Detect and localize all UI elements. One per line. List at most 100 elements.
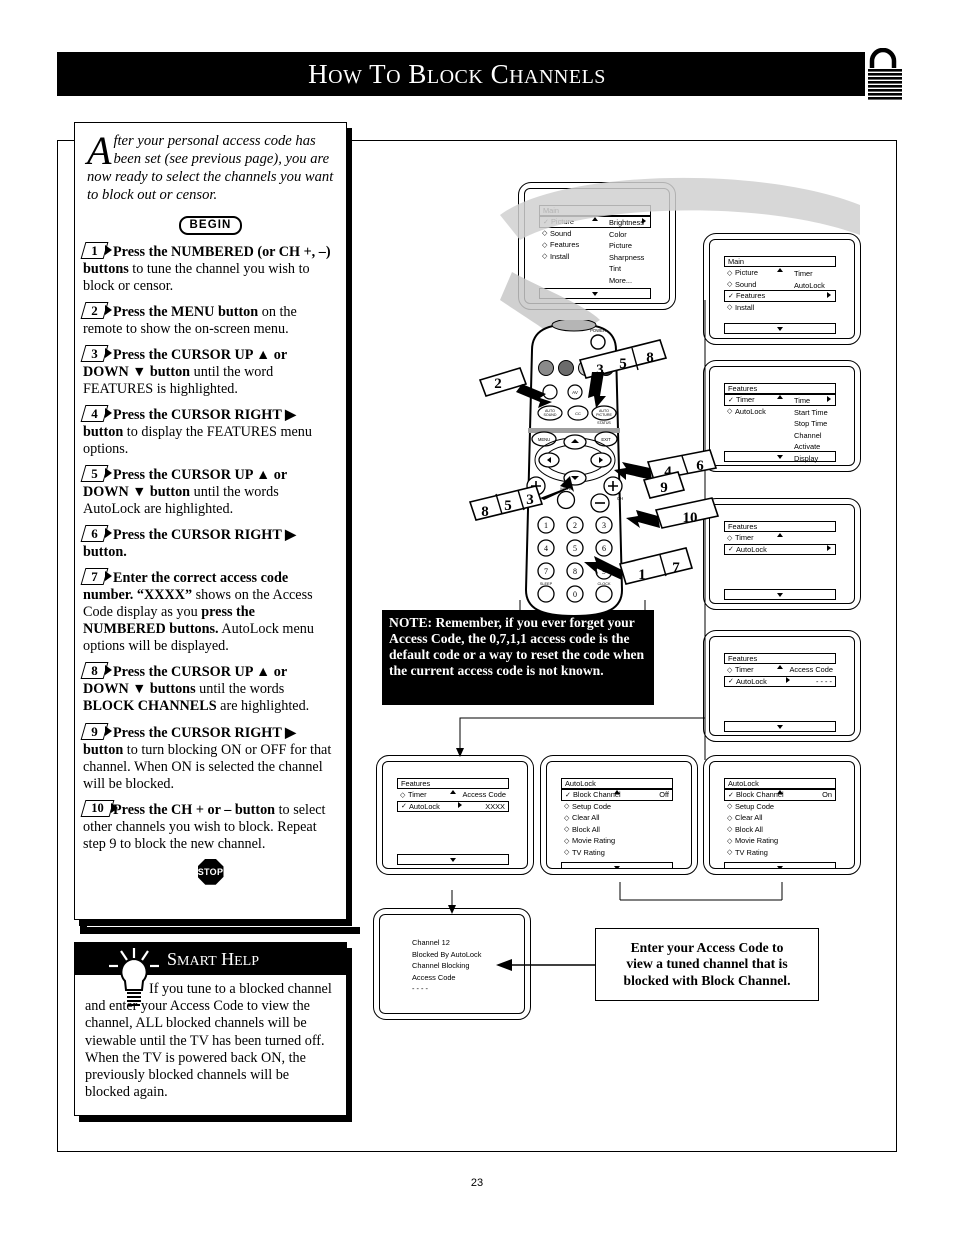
osd-item-marker: ◇	[542, 241, 548, 249]
blocked-screen-line: Blocked By AutoLock	[412, 949, 482, 959]
osd-item-marker: ✓	[401, 803, 407, 811]
chevron-right-icon	[827, 291, 832, 300]
osd-item-tv-rating[interactable]: ◇ TV Rating	[561, 847, 673, 859]
intro-dropcap: A	[87, 128, 112, 173]
osd-submenu-item[interactable]: More...	[609, 275, 644, 287]
osd-item-setup-code[interactable]: ◇ Setup Code	[724, 801, 836, 813]
smart-help-box: SMART HELP If you tune to a blocked chan…	[74, 942, 347, 1116]
osd-menu-footer	[539, 288, 651, 299]
step-number-badge: 10	[80, 799, 118, 817]
intro-paragraph: After your personal access code has been…	[75, 123, 346, 205]
osd-submenu-item[interactable]: Channel	[794, 430, 828, 442]
osd-submenu-item[interactable]: Display	[794, 453, 828, 465]
osd-item-block-all[interactable]: ◇ Block All	[561, 824, 673, 836]
osd-item-block-channel[interactable]: ✓ Block Channel Off	[561, 789, 673, 801]
osd-submenu-item[interactable]: Stop Time	[794, 418, 828, 430]
step-number-badge: 6	[80, 525, 112, 543]
osd-item-autolock[interactable]: ✓ AutoLock XXXX	[397, 800, 509, 812]
osd-item-autolock[interactable]: ✓ AutoLock	[724, 543, 836, 555]
osd-submenu-column: Time Start Time Stop Time Channel Activate Di…	[794, 395, 828, 464]
osd-item-block-channel[interactable]: ✓ Block Channel On	[724, 789, 836, 801]
svg-text:2: 2	[494, 376, 502, 392]
blocked-screen-line: - - - -	[412, 984, 429, 993]
svg-text:8: 8	[646, 350, 654, 366]
osd-item-timer[interactable]: ◇ Timer Access Code	[397, 789, 509, 801]
step-number-badge: 1	[80, 241, 112, 259]
osd-item-label: Sound	[550, 228, 572, 238]
chevron-right-icon	[457, 802, 463, 810]
stop-badge: STOP	[197, 858, 224, 885]
osd-item-value: XXXX	[485, 801, 505, 811]
osd-menu-footer	[724, 721, 836, 732]
osd-item-marker: ◇	[727, 304, 733, 312]
osd-item-marker: ◇	[542, 230, 548, 238]
osd-item-marker: ✓	[728, 791, 734, 799]
osd-item-movie-rating[interactable]: ◇ Movie Rating	[561, 835, 673, 847]
osd-item-marker: ◇	[727, 826, 733, 834]
osd-submenu-item[interactable]: Color	[609, 229, 644, 241]
steps-list: 1 Press the NUMBERED (or CH +, –) buttons…	[75, 241, 346, 853]
step-2: 2 Press the MENU button on the remote to …	[80, 301, 336, 338]
osd-item-marker: ◇	[564, 826, 570, 834]
osd-item-label: Block All	[735, 824, 763, 834]
svg-text:7: 7	[672, 560, 680, 576]
osd-item-label: Picture	[551, 217, 575, 227]
osd-menu-title: AutoLock	[724, 778, 836, 794]
osd-submenu-item[interactable]: Brightness	[609, 217, 644, 229]
osd-menu-title: Features	[724, 653, 836, 669]
step-5: 5 Press the CURSOR UP ▲ or DOWN ▼ button …	[80, 465, 336, 518]
chevron-right-icon	[827, 395, 832, 404]
svg-text:6: 6	[696, 458, 704, 474]
osd-item-tv-rating[interactable]: ◇ TV Rating	[724, 847, 836, 859]
osd-item-marker: ✓	[565, 791, 571, 799]
osd-item-timer[interactable]: ◇ Timer Access Code	[724, 664, 836, 676]
osd-item-label: Clear All	[735, 813, 763, 823]
osd-submenu-item[interactable]: Start Time	[794, 407, 828, 419]
osd-item-install[interactable]: ◇ Install	[724, 302, 836, 314]
osd-item-label: Timer	[408, 790, 427, 800]
step-4: 4 Press the CURSOR RIGHT ▶ button to disp…	[80, 405, 336, 458]
osd-menu-title: Features	[724, 521, 836, 537]
callout-line-1: Enter your Access Code to	[630, 939, 784, 955]
osd-item-value: Off	[659, 790, 669, 800]
step-number-badge: 7	[80, 568, 112, 586]
osd-submenu-item[interactable]: Sharpness	[609, 252, 644, 264]
access-code-callout-box: Enter your Access Code to view a tuned c…	[595, 928, 819, 1001]
osd-submenu-item[interactable]: Activate	[794, 441, 828, 453]
blocked-screen-line: Channel Blocking	[412, 961, 470, 970]
osd-item-setup-code[interactable]: ◇ Setup Code	[561, 801, 673, 813]
osd-submenu-item[interactable]: Time	[794, 395, 828, 407]
osd-item-movie-rating[interactable]: ◇ Movie Rating	[724, 835, 836, 847]
osd-submenu-item[interactable]: Timer	[794, 268, 825, 280]
osd-item-marker: ◇	[727, 849, 733, 857]
step-text: Press the CURSOR RIGHT ▶ button to turn …	[83, 724, 332, 792]
tv-screen-features-autolock-accesscode: Features ◇ Timer Access Code ✓ AutoLock - - - …	[703, 630, 861, 742]
osd-item-label: Movie Rating	[572, 836, 616, 846]
osd-item-autolock[interactable]: ✓ AutoLock - - - -	[724, 675, 836, 687]
osd-submenu-item[interactable]: Tint	[609, 263, 644, 275]
step-number-badge: 8	[80, 662, 112, 680]
osd-menu-footer	[724, 862, 836, 868]
osd-item-marker: ◇	[542, 253, 548, 261]
osd-item-features[interactable]: ✓ Features	[724, 290, 836, 302]
tv-screen-features-timer: Features ✓ Timer ◇ AutoLock Time Start Time Sto…	[703, 360, 861, 472]
step-text: Press the CURSOR UP ▲ or DOWN ▼ buttons …	[83, 664, 310, 715]
osd-item-clear-all[interactable]: ◇ Clear All	[561, 812, 673, 824]
osd-item-label: Picture	[735, 268, 759, 278]
osd-item-label: Setup Code	[572, 801, 612, 811]
callout-line-3: blocked with Block Channel.	[623, 972, 791, 988]
osd-item-label: Features	[550, 240, 580, 250]
osd-submenu-item[interactable]: AutoLock	[794, 280, 825, 292]
osd-item-timer[interactable]: ◇ Timer	[724, 532, 836, 544]
step-text: Enter the correct access code number. “X…	[83, 570, 314, 655]
svg-text:5: 5	[619, 356, 627, 372]
osd-item-block-all[interactable]: ◇ Block All	[724, 824, 836, 836]
blocked-screen-line: Channel 12	[412, 938, 450, 947]
step-8: 8 Press the CURSOR UP ▲ or DOWN ▼ buttons…	[80, 662, 336, 715]
osd-submenu-item[interactable]: Picture	[609, 240, 644, 252]
osd-item-marker: ✓	[728, 678, 734, 686]
blocked-channel-screen: Channel 12 Blocked By AutoLock Channel Blo…	[373, 908, 531, 1020]
tv-screen-main-picture: Main ✓ Picture ◇ Sound ◇ Features ◇ Install Brigh…	[518, 182, 676, 310]
osd-item-marker: ◇	[727, 408, 733, 416]
osd-item-clear-all[interactable]: ◇ Clear All	[724, 812, 836, 824]
